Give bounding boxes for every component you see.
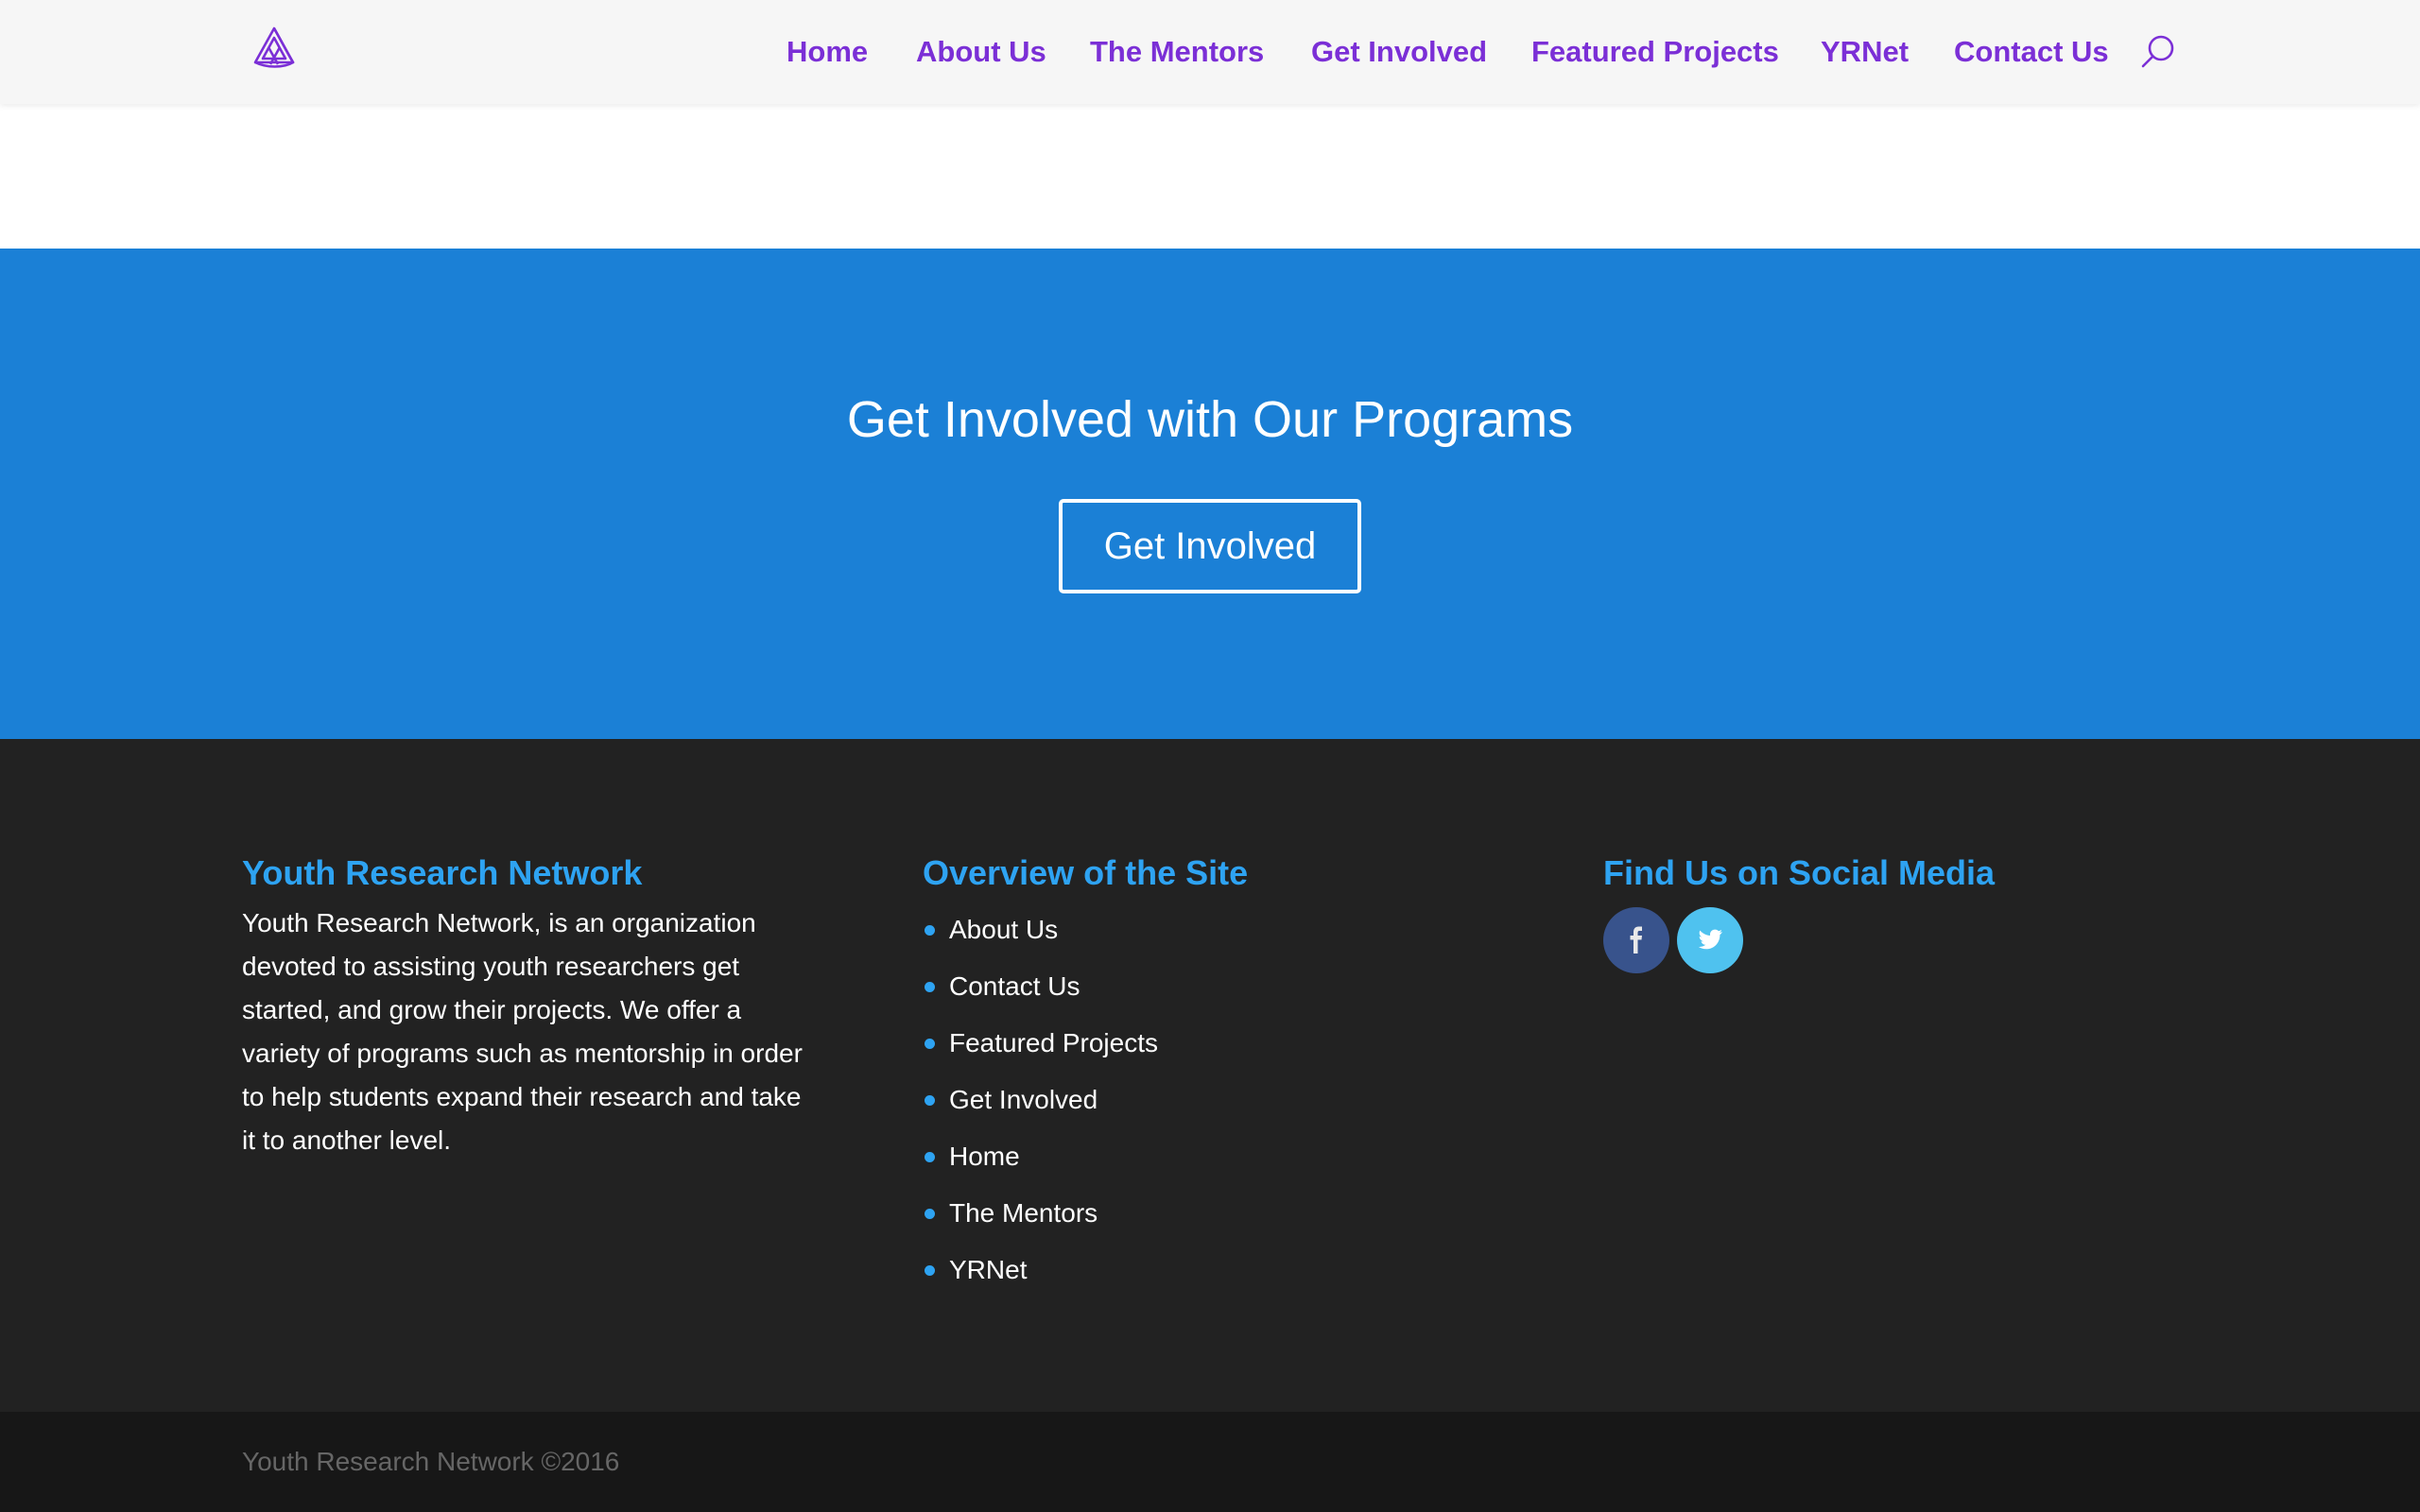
footer-link-label[interactable]: YRNet [949,1255,1027,1284]
cta-banner [0,249,2420,739]
twitter-bird-glyph [1698,929,1722,950]
bullet-dot [925,1039,935,1049]
copyright-text: Youth Research Network ©2016 [242,1447,620,1476]
footer-link-home[interactable]: Home [923,1128,1248,1185]
footer-link-the-mentors[interactable]: The Mentors [923,1185,1248,1242]
bullet-dot [925,1152,935,1162]
footer-link-get-involved[interactable]: Get Involved [923,1072,1248,1128]
get-involved-button[interactable]: Get Involved [1059,499,1361,593]
nav-featured-projects[interactable]: Featured Projects [1531,30,1779,74]
facebook-icon[interactable] [1603,907,1669,973]
bullet-dot [925,925,935,936]
site-header: Home About Us The Mentors Get Involved F… [0,0,2420,104]
footer-social-column: Find Us on Social Media [1603,845,1995,973]
footer-link-label[interactable]: Get Involved [949,1085,1098,1114]
footer-link-yrnet[interactable]: YRNet [923,1242,1248,1298]
footer-link-contact-us[interactable]: Contact Us [923,958,1248,1015]
banner-title: Get Involved with Our Programs [846,391,1574,448]
nav-the-mentors[interactable]: The Mentors [1090,30,1264,74]
footer-link-label[interactable]: About Us [949,915,1058,944]
footer-overview-column: Overview of the Site About Us Contact Us… [923,845,1248,1298]
footer-about-column: Youth Research Network Youth Research Ne… [242,845,809,1162]
nav-contact-us[interactable]: Contact Us [1954,30,2109,74]
social-icons-row [1603,907,1995,973]
footer-link-label[interactable]: The Mentors [949,1198,1098,1228]
footer-overview-heading: Overview of the Site [923,853,1249,892]
footer-about-text: Youth Research Network, is an organizati… [242,908,803,1155]
footer-social-heading: Find Us on Social Media [1603,853,1996,892]
footer-about-heading: Youth Research Network [242,853,643,892]
bullet-dot [925,1265,935,1276]
footer-link-label[interactable]: Featured Projects [949,1028,1158,1057]
bullet-dot [925,1209,935,1219]
nav-about-us[interactable]: About Us [916,30,1046,74]
footer-link-about-us[interactable]: About Us [923,902,1248,958]
footer-link-list: About Us Contact Us Featured Projects Ge… [923,902,1248,1298]
nav-get-involved[interactable]: Get Involved [1311,30,1487,74]
facebook-f-glyph [1630,926,1642,954]
search-icon[interactable] [2138,32,2178,72]
bullet-dot [925,982,935,992]
footer-link-label[interactable]: Home [949,1142,1020,1171]
nav-yrnet[interactable]: YRNet [1821,30,1909,74]
footer-link-featured-projects[interactable]: Featured Projects [923,1015,1248,1072]
twitter-icon[interactable] [1677,907,1743,973]
nav-home[interactable]: Home [786,30,868,74]
footer-link-label[interactable]: Contact Us [949,971,1080,1001]
bullet-dot [925,1095,935,1106]
triquetra-knot-icon[interactable] [250,25,299,74]
